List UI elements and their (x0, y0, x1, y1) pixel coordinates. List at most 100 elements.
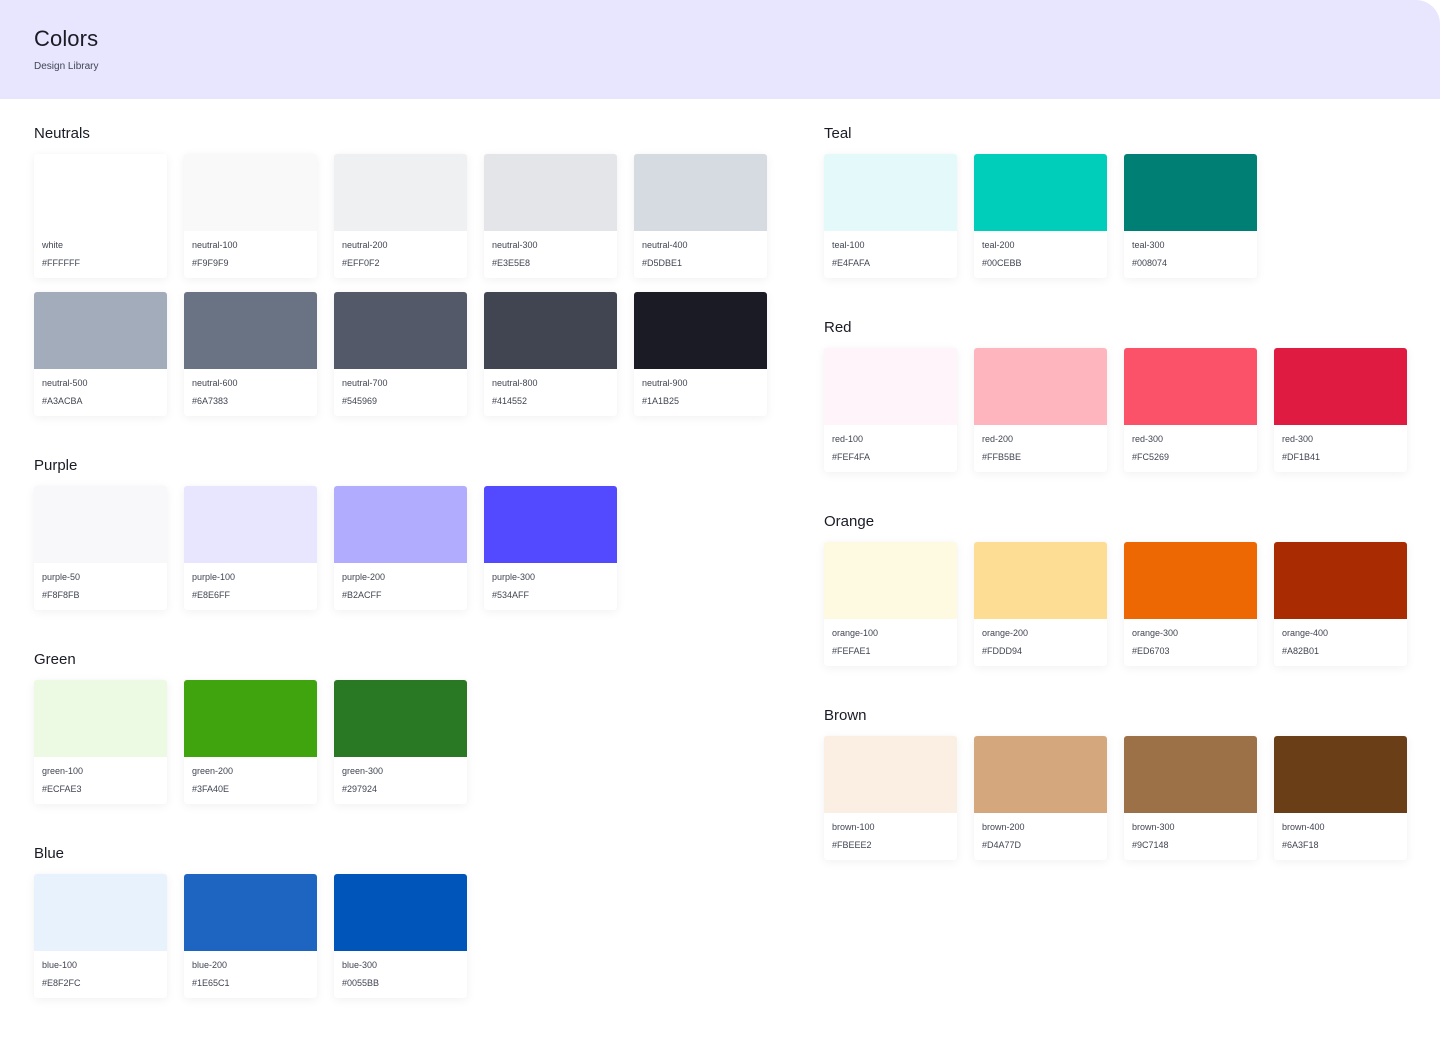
color-meta: blue-100 #E8F2FC (34, 951, 167, 989)
color-card[interactable]: green-200 #3FA40E (184, 680, 317, 804)
color-hex[interactable]: #3FA40E (192, 783, 309, 795)
color-hex[interactable]: #A3ACBA (42, 395, 159, 407)
color-card[interactable]: teal-300 #008074 (1124, 154, 1257, 278)
color-swatch (34, 292, 167, 369)
color-swatch (484, 154, 617, 231)
color-hex[interactable]: #297924 (342, 783, 459, 795)
color-meta: purple-300 #534AFF (484, 563, 617, 601)
color-swatch (974, 542, 1107, 619)
color-name: brown-100 (832, 822, 875, 832)
color-card[interactable]: neutral-500 #A3ACBA (34, 292, 167, 416)
color-hex[interactable]: #EFF0F2 (342, 257, 459, 269)
color-name: neutral-400 (642, 240, 688, 250)
color-hex[interactable]: #1A1B25 (642, 395, 759, 407)
color-hex[interactable]: #534AFF (492, 589, 609, 601)
color-card[interactable]: orange-100 #FEFAE1 (824, 542, 957, 666)
color-hex[interactable]: #545969 (342, 395, 459, 407)
color-hex[interactable]: #FFFFFF (42, 257, 159, 269)
color-card[interactable]: orange-400 #A82B01 (1274, 542, 1407, 666)
color-hex[interactable]: #E4FAFA (832, 257, 949, 269)
color-hex[interactable]: #FC5269 (1132, 451, 1249, 463)
color-card[interactable]: brown-200 #D4A77D (974, 736, 1107, 860)
color-hex[interactable]: #6A3F18 (1282, 839, 1399, 851)
color-card[interactable]: blue-100 #E8F2FC (34, 874, 167, 998)
color-card[interactable]: neutral-400 #D5DBE1 (634, 154, 767, 278)
color-swatch (484, 486, 617, 563)
color-hex[interactable]: #008074 (1132, 257, 1249, 269)
color-hex[interactable]: #00CEBB (982, 257, 1099, 269)
color-hex[interactable]: #1E65C1 (192, 977, 309, 989)
color-meta: neutral-300 #E3E5E8 (484, 231, 617, 269)
color-card[interactable]: purple-100 #E8E6FF (184, 486, 317, 610)
color-hex[interactable]: #DF1B41 (1282, 451, 1399, 463)
color-swatch (1274, 736, 1407, 813)
color-hex[interactable]: #414552 (492, 395, 609, 407)
color-hex[interactable]: #FFB5BE (982, 451, 1099, 463)
color-card[interactable]: neutral-900 #1A1B25 (634, 292, 767, 416)
color-hex[interactable]: #ECFAE3 (42, 783, 159, 795)
color-swatch (1124, 736, 1257, 813)
color-card[interactable]: red-300 #DF1B41 (1274, 348, 1407, 472)
color-card[interactable]: purple-50 #F8F8FB (34, 486, 167, 610)
color-swatch (1124, 348, 1257, 425)
color-card[interactable]: purple-200 #B2ACFF (334, 486, 467, 610)
color-name: neutral-900 (642, 378, 688, 388)
color-card[interactable]: blue-200 #1E65C1 (184, 874, 317, 998)
color-card[interactable]: purple-300 #534AFF (484, 486, 617, 610)
color-card[interactable]: red-200 #FFB5BE (974, 348, 1107, 472)
color-hex[interactable]: #E8E6FF (192, 589, 309, 601)
color-meta: blue-300 #0055BB (334, 951, 467, 989)
color-card[interactable]: neutral-300 #E3E5E8 (484, 154, 617, 278)
color-hex[interactable]: #F8F8FB (42, 589, 159, 601)
color-hex[interactable]: #D4A77D (982, 839, 1099, 851)
swatch-grid: brown-100 #FBEEE2 brown-200 #D4A77D brown-30… (824, 736, 1407, 860)
color-card[interactable]: neutral-600 #6A7383 (184, 292, 317, 416)
color-hex[interactable]: #FEF4FA (832, 451, 949, 463)
color-card[interactable]: green-100 #ECFAE3 (34, 680, 167, 804)
color-swatch (334, 486, 467, 563)
color-card[interactable]: white #FFFFFF (34, 154, 167, 278)
color-card[interactable]: brown-100 #FBEEE2 (824, 736, 957, 860)
swatch-grid: white #FFFFFF neutral-100 #F9F9F9 neutral-20… (34, 154, 767, 416)
color-meta: red-300 #DF1B41 (1274, 425, 1407, 463)
color-meta: brown-200 #D4A77D (974, 813, 1107, 851)
color-hex[interactable]: #FDDD94 (982, 645, 1099, 657)
color-meta: green-300 #297924 (334, 757, 467, 795)
color-swatch (824, 542, 957, 619)
color-hex[interactable]: #D5DBE1 (642, 257, 759, 269)
color-swatch (184, 292, 317, 369)
color-hex[interactable]: #6A7383 (192, 395, 309, 407)
color-swatch (184, 154, 317, 231)
color-hex[interactable]: #ED6703 (1132, 645, 1249, 657)
page-header: Colors Design Library (0, 0, 1440, 99)
color-card[interactable]: neutral-100 #F9F9F9 (184, 154, 317, 278)
swatch-grid: blue-100 #E8F2FC blue-200 #1E65C1 blue-300 #0… (34, 874, 767, 998)
color-name: purple-200 (342, 572, 386, 582)
color-card[interactable]: red-100 #FEF4FA (824, 348, 957, 472)
color-card[interactable]: teal-100 #E4FAFA (824, 154, 957, 278)
color-hex[interactable]: #FBEEE2 (832, 839, 949, 851)
color-hex[interactable]: #E8F2FC (42, 977, 159, 989)
color-name: red-200 (982, 434, 1014, 444)
color-hex[interactable]: #E3E5E8 (492, 257, 609, 269)
color-swatch (334, 292, 467, 369)
color-hex[interactable]: #FEFAE1 (832, 645, 949, 657)
color-name: red-300 (1282, 434, 1314, 444)
color-meta: red-300 #FC5269 (1124, 425, 1257, 463)
color-hex[interactable]: #F9F9F9 (192, 257, 309, 269)
color-card[interactable]: neutral-200 #EFF0F2 (334, 154, 467, 278)
color-card[interactable]: blue-300 #0055BB (334, 874, 467, 998)
color-card[interactable]: orange-300 #ED6703 (1124, 542, 1257, 666)
color-card[interactable]: neutral-800 #414552 (484, 292, 617, 416)
color-card[interactable]: green-300 #297924 (334, 680, 467, 804)
color-hex[interactable]: #B2ACFF (342, 589, 459, 601)
color-hex[interactable]: #0055BB (342, 977, 459, 989)
color-card[interactable]: brown-400 #6A3F18 (1274, 736, 1407, 860)
color-hex[interactable]: #A82B01 (1282, 645, 1399, 657)
color-card[interactable]: orange-200 #FDDD94 (974, 542, 1107, 666)
color-hex[interactable]: #9C7148 (1132, 839, 1249, 851)
color-card[interactable]: neutral-700 #545969 (334, 292, 467, 416)
color-card[interactable]: brown-300 #9C7148 (1124, 736, 1257, 860)
color-card[interactable]: teal-200 #00CEBB (974, 154, 1107, 278)
color-card[interactable]: red-300 #FC5269 (1124, 348, 1257, 472)
